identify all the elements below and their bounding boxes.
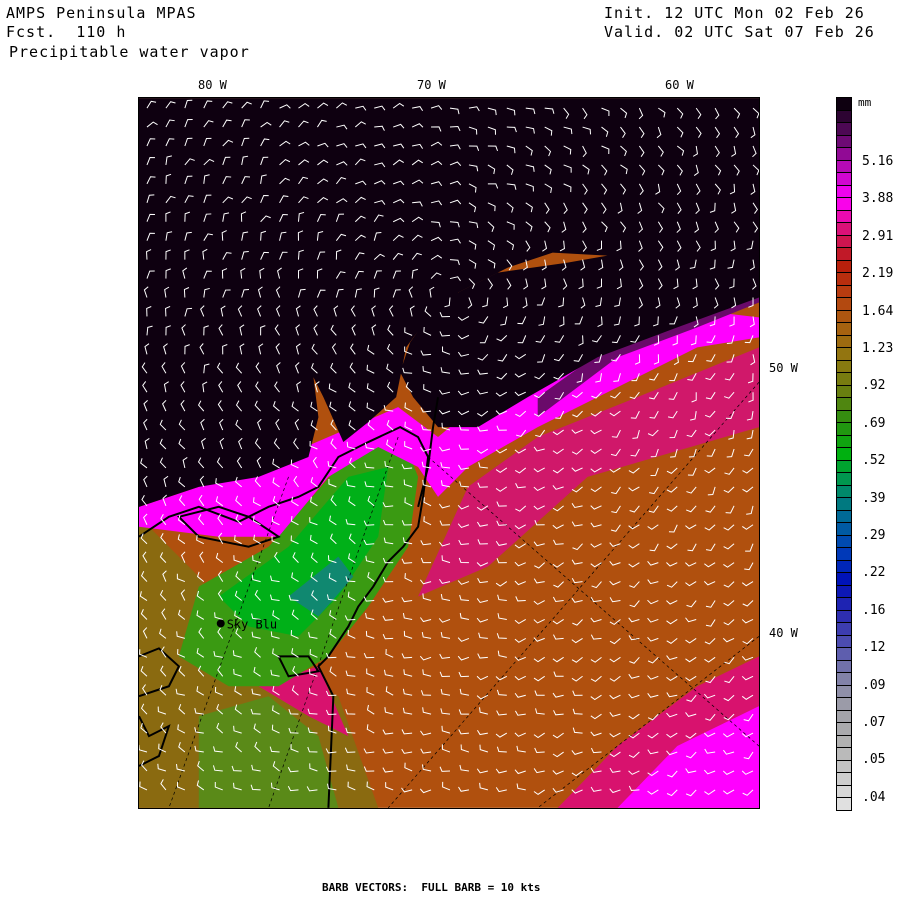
colorbar-label: .92 bbox=[862, 378, 886, 394]
colorbar-swatch bbox=[836, 723, 852, 736]
colorbar-label: .07 bbox=[862, 715, 886, 730]
colorbar-label: .05 bbox=[862, 752, 886, 768]
colorbar-swatch bbox=[836, 435, 852, 448]
colorbar-swatch bbox=[836, 535, 852, 548]
colorbar-swatch bbox=[836, 348, 852, 361]
colorbar-label: 5.16 bbox=[862, 154, 894, 169]
pwv-map: Sky Blu bbox=[138, 97, 760, 809]
colorbar-label: .69 bbox=[862, 415, 886, 431]
weather-map-page: AMPS Peninsula MPAS Fcst. 110 h Precipit… bbox=[0, 0, 900, 900]
colorbar-label: .04 bbox=[862, 789, 886, 805]
colorbar-swatch bbox=[836, 448, 852, 461]
colorbar-swatch bbox=[836, 160, 852, 173]
colorbar-swatch bbox=[836, 335, 852, 348]
colorbar-label: .52 bbox=[862, 453, 886, 469]
colorbar-swatch bbox=[836, 648, 852, 661]
colorbar-label: 2.91 bbox=[862, 228, 894, 244]
colorbar-swatch bbox=[836, 798, 852, 811]
colorbar-swatch bbox=[836, 285, 852, 298]
colorbar-swatch bbox=[836, 173, 852, 186]
colorbar-swatch bbox=[836, 548, 852, 561]
lon-label: 60 W bbox=[665, 78, 694, 92]
colorbar-label: 1.23 bbox=[862, 341, 894, 356]
colorbar bbox=[836, 97, 852, 811]
valid-time: Valid. 02 UTC Sat 07 Feb 26 bbox=[604, 23, 875, 41]
station-label: Sky Blu bbox=[227, 617, 277, 631]
colorbar-label: .22 bbox=[862, 565, 886, 581]
colorbar-swatch bbox=[836, 410, 852, 423]
colorbar-swatch bbox=[836, 523, 852, 536]
init-time: Init. 12 UTC Mon 02 Feb 26 bbox=[604, 4, 865, 22]
colorbar-swatch bbox=[836, 510, 852, 523]
colorbar-swatch bbox=[836, 248, 852, 261]
colorbar-swatch bbox=[836, 485, 852, 498]
colorbar-label: .29 bbox=[862, 528, 886, 543]
colorbar-swatch bbox=[836, 785, 852, 798]
lon-label: 80 W bbox=[198, 78, 227, 92]
colorbar-swatch bbox=[836, 598, 852, 611]
lon-label: 70 W bbox=[417, 78, 446, 92]
station-marker bbox=[216, 619, 225, 628]
colorbar-swatch bbox=[836, 760, 852, 773]
colorbar-swatch bbox=[836, 398, 852, 411]
colorbar-swatch bbox=[836, 610, 852, 623]
colorbar-swatch bbox=[836, 135, 852, 148]
colorbar-swatch bbox=[836, 273, 852, 286]
colorbar-swatch bbox=[836, 235, 852, 248]
colorbar-label: 1.64 bbox=[862, 303, 894, 319]
colorbar-swatch bbox=[836, 635, 852, 648]
colorbar-label: 3.88 bbox=[862, 191, 894, 207]
colorbar-swatch bbox=[836, 685, 852, 698]
forecast-hour: Fcst. 110 h bbox=[6, 23, 127, 41]
colorbar-swatch bbox=[836, 97, 852, 111]
barb-legend: BARB VECTORS: FULL BARB = 10 kts bbox=[322, 881, 541, 894]
colorbar-swatch bbox=[836, 748, 852, 761]
colorbar-swatch bbox=[836, 710, 852, 723]
colorbar-unit: mm bbox=[858, 96, 872, 109]
lon-label: 50 W bbox=[769, 361, 798, 375]
colorbar-swatch bbox=[836, 560, 852, 573]
colorbar-swatch bbox=[836, 360, 852, 373]
colorbar-swatch bbox=[836, 185, 852, 198]
colorbar-swatch bbox=[836, 260, 852, 273]
colorbar-swatch bbox=[836, 423, 852, 436]
colorbar-label: .16 bbox=[862, 602, 886, 618]
colorbar-label: .39 bbox=[862, 490, 886, 506]
colorbar-swatch bbox=[836, 310, 852, 323]
colorbar-label: .12 bbox=[862, 640, 886, 656]
colorbar-swatch bbox=[836, 123, 852, 136]
colorbar-swatch bbox=[836, 498, 852, 511]
colorbar-swatch bbox=[836, 473, 852, 486]
colorbar-swatch bbox=[836, 373, 852, 386]
colorbar-swatch bbox=[836, 110, 852, 123]
colorbar-label: 2.19 bbox=[862, 266, 894, 282]
colorbar-swatch bbox=[836, 698, 852, 711]
colorbar-swatch bbox=[836, 623, 852, 636]
colorbar-swatch bbox=[836, 148, 852, 161]
colorbar-label: .09 bbox=[862, 677, 886, 693]
colorbar-swatch bbox=[836, 210, 852, 223]
colorbar-swatch bbox=[836, 735, 852, 748]
colorbar-swatch bbox=[836, 573, 852, 586]
colorbar-swatch bbox=[836, 660, 852, 673]
colorbar-swatch bbox=[836, 323, 852, 336]
colorbar-swatch bbox=[836, 223, 852, 236]
colorbar-swatch bbox=[836, 460, 852, 473]
field-name: Precipitable water vapor bbox=[9, 43, 250, 61]
colorbar-swatch bbox=[836, 198, 852, 211]
lon-label: 40 W bbox=[769, 626, 798, 640]
model-title: AMPS Peninsula MPAS bbox=[6, 4, 197, 22]
colorbar-swatch bbox=[836, 385, 852, 398]
colorbar-swatch bbox=[836, 773, 852, 786]
colorbar-swatch bbox=[836, 585, 852, 598]
colorbar-swatch bbox=[836, 673, 852, 686]
colorbar-swatch bbox=[836, 298, 852, 311]
